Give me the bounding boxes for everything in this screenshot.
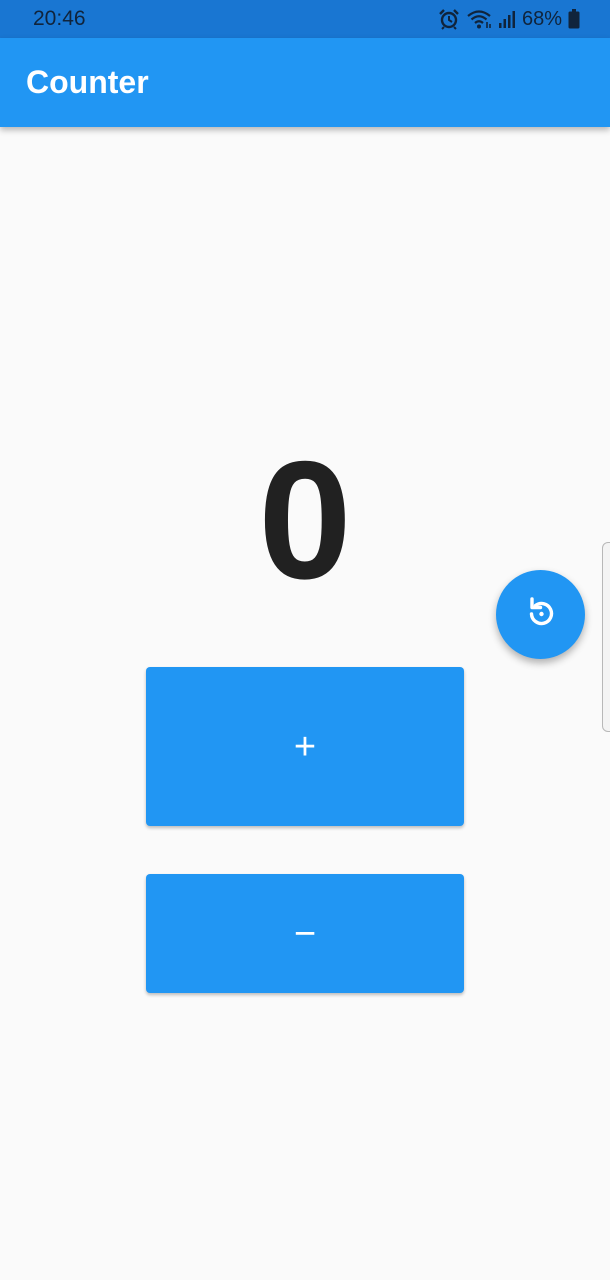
app-title: Counter <box>26 64 149 100</box>
status-bar: 20:46 68% <box>0 0 610 38</box>
plus-icon: + <box>293 725 317 768</box>
status-time: 20:46 <box>33 7 86 30</box>
edge-panel-handle[interactable] <box>602 542 610 732</box>
wifi-icon <box>466 8 492 30</box>
battery-percentage: 68% <box>521 8 562 30</box>
alarm-icon <box>438 8 460 30</box>
reset-button[interactable] <box>496 570 585 659</box>
signal-icon <box>498 9 516 29</box>
minus-icon: − <box>293 912 317 955</box>
status-icons: 68% <box>438 6 580 32</box>
increment-button[interactable]: + <box>146 667 464 826</box>
decrement-button[interactable]: − <box>146 874 464 993</box>
battery-icon <box>568 9 580 29</box>
reset-icon <box>523 594 559 635</box>
